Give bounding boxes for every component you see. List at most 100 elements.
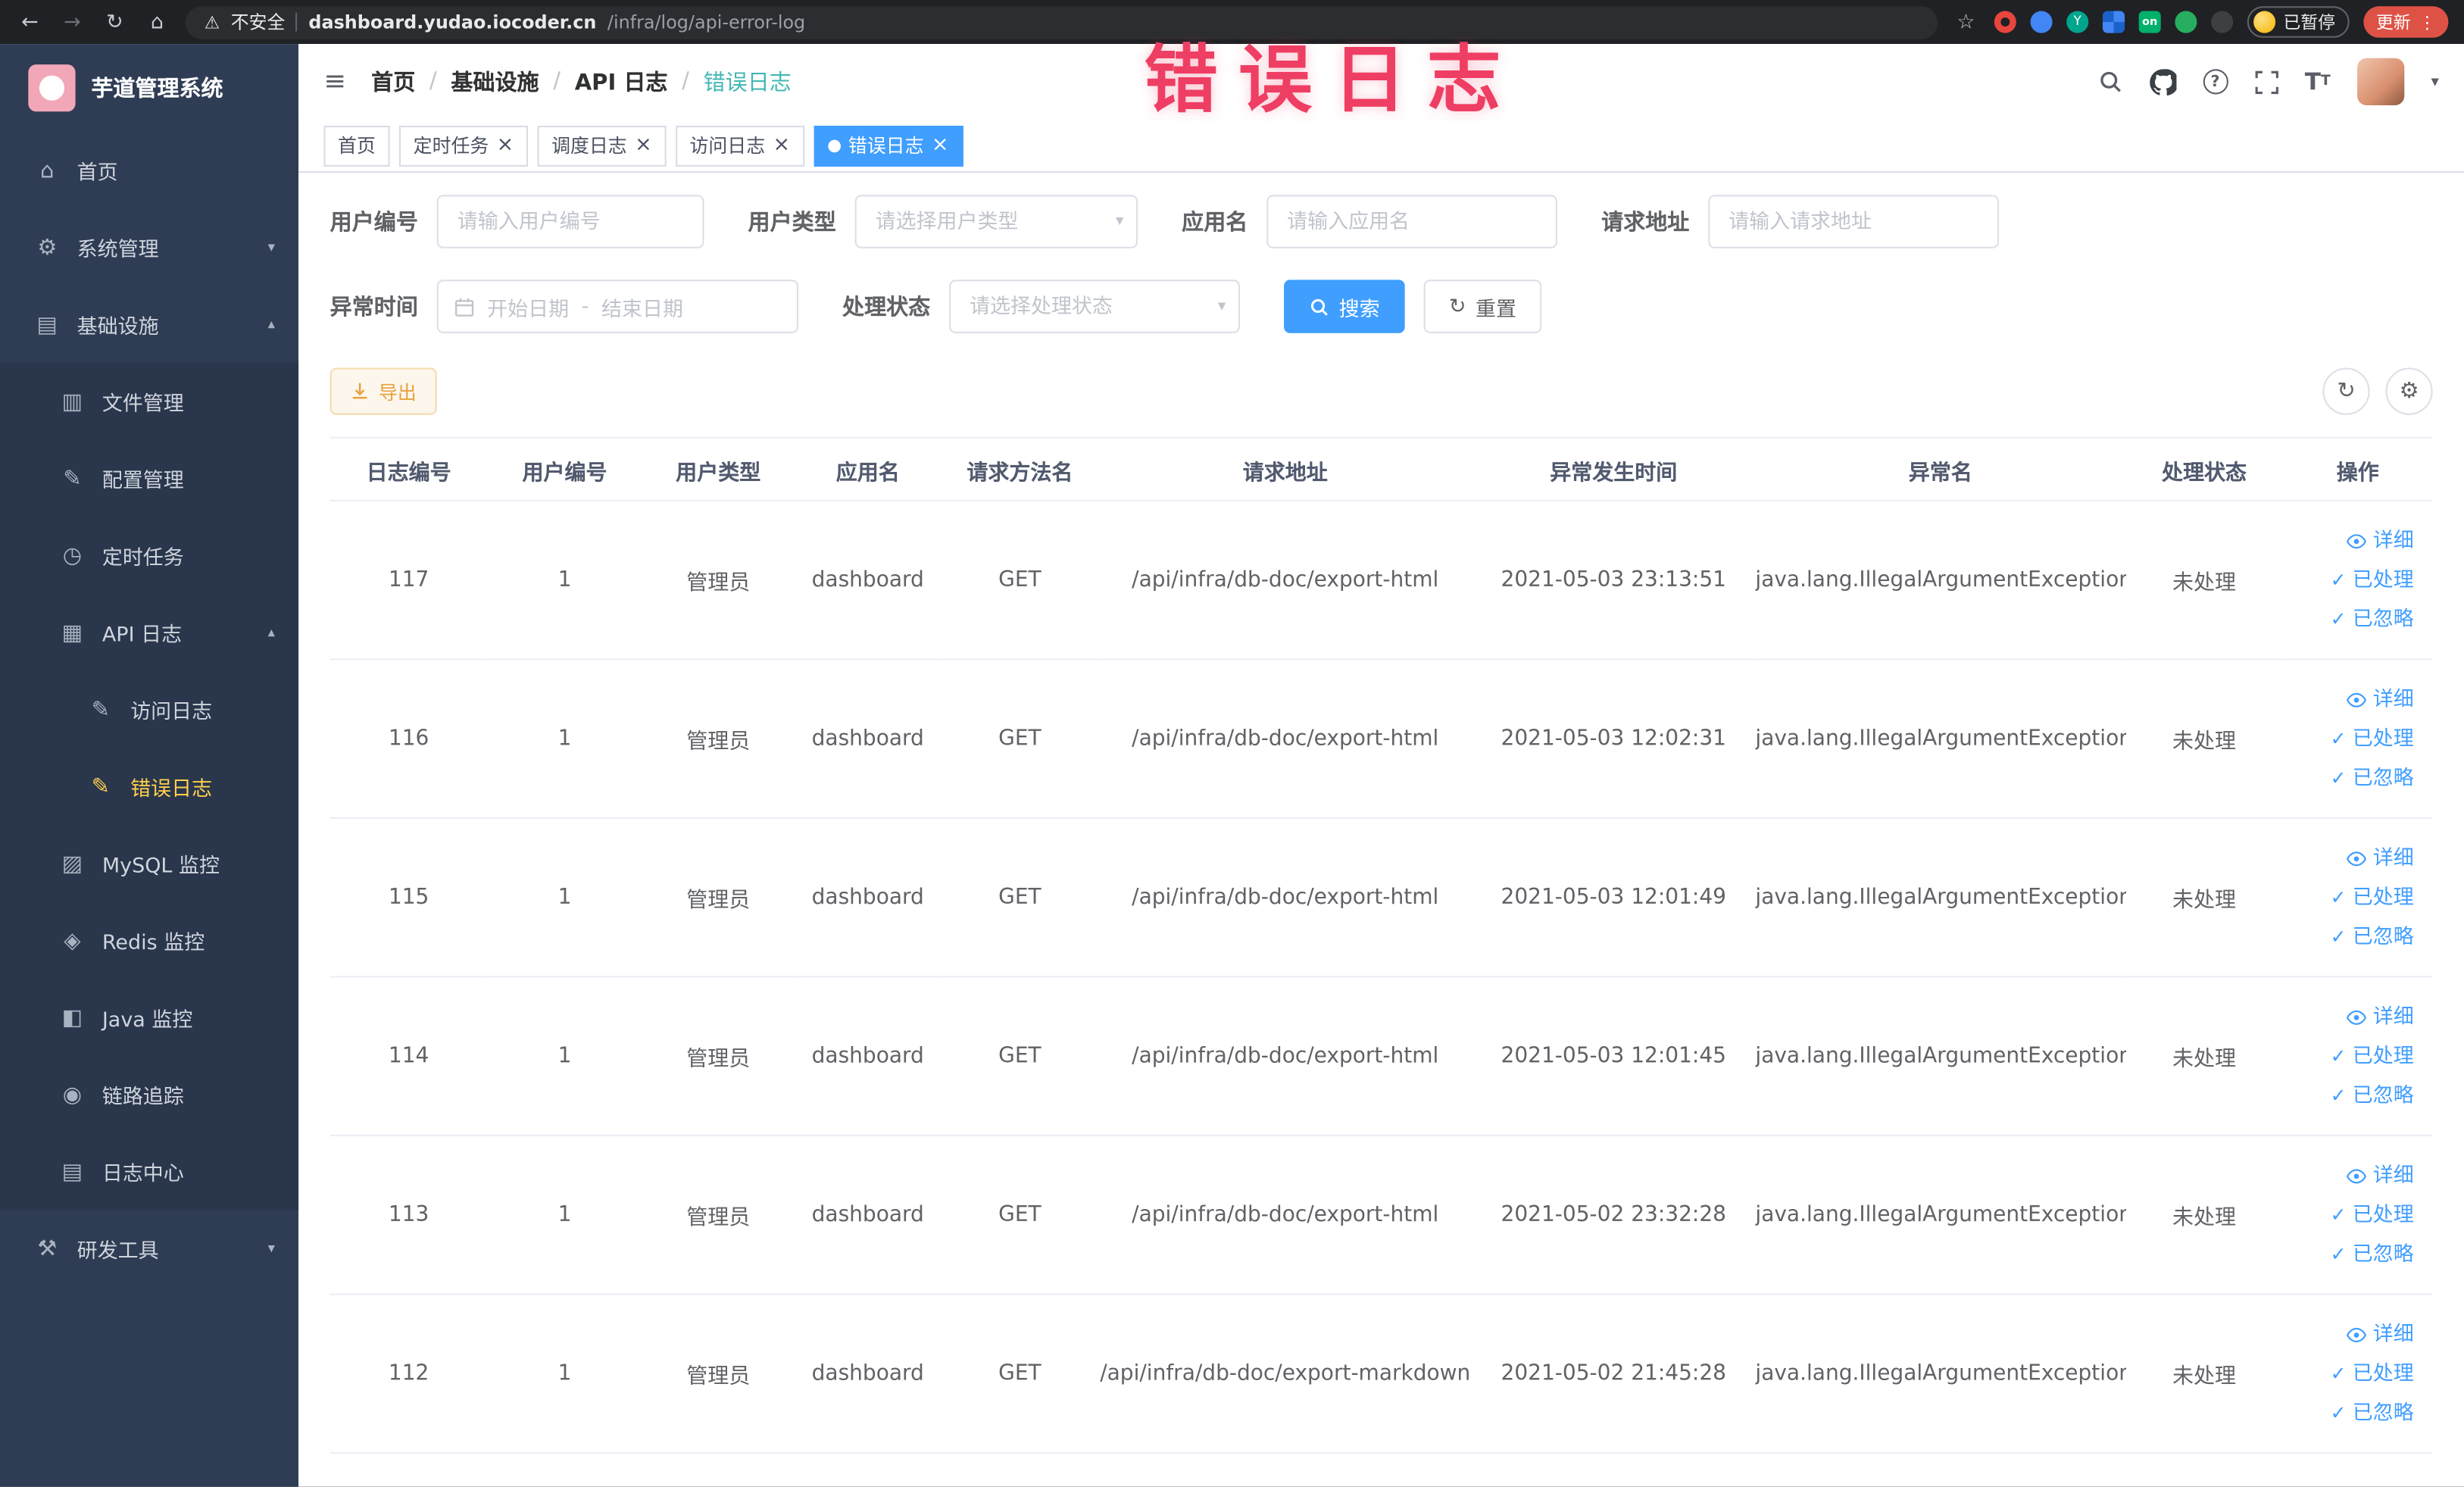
sidebar-item-error-log[interactable]: ✎ 错误日志 [0, 748, 299, 826]
user-type-select[interactable] [854, 195, 1138, 248]
breadcrumb-item[interactable]: 首页 [371, 66, 415, 97]
breadcrumb-item[interactable]: API 日志 [575, 66, 668, 97]
avatar-caret-icon[interactable]: ▾ [2431, 73, 2438, 90]
sidebar-item-tracing[interactable]: ◉ 链路追踪 [0, 1056, 299, 1133]
close-icon[interactable]: × [773, 135, 790, 155]
security-warning-icon[interactable]: ⚠ [205, 12, 220, 33]
cell-actions: 详细 ✓ 已处理 ✓ 已忽略 [2282, 500, 2433, 661]
close-icon[interactable]: × [635, 135, 652, 155]
font-size-icon[interactable]: TT [2305, 67, 2331, 95]
browser-update-button[interactable]: 更新 ⋮ [2363, 6, 2449, 38]
fullscreen-icon[interactable] [2254, 70, 2278, 94]
sidebar-item-dev-tools[interactable]: ⚒ 研发工具 ▾ [0, 1211, 298, 1288]
detail-link[interactable]: 详细 [2283, 521, 2414, 561]
detail-link[interactable]: 详细 [2283, 997, 2414, 1036]
address-bar[interactable]: ⚠ 不安全 dashboard.yudao.iocoder.cn/infra/l… [185, 5, 1938, 39]
github-icon[interactable] [2149, 68, 2176, 95]
extension-icon[interactable]: on [2138, 11, 2161, 33]
reload-icon[interactable]: ↻ [101, 10, 129, 33]
breadcrumb-item[interactable]: 基础设施 [451, 66, 539, 97]
detail-link[interactable]: 详细 [2283, 1314, 2414, 1354]
browser-menu-icon[interactable]: ⋮ [2419, 12, 2436, 33]
date-range-picker[interactable]: 开始日期 - 结束日期 [436, 280, 798, 333]
app-name-input[interactable] [1266, 195, 1558, 248]
sidebar-item-home[interactable]: ⌂ 首页 [0, 132, 298, 209]
sidebar-item-config-management[interactable]: ✎ 配置管理 [0, 439, 299, 517]
detail-link[interactable]: 详细 [2283, 679, 2414, 719]
bookmark-star-icon[interactable]: ☆ [1952, 10, 1980, 33]
sidebar-item-mysql-monitor[interactable]: ▨ MySQL 监控 [0, 825, 299, 902]
cell-time: 2021-05-02 21:45:28 [1472, 1294, 1756, 1454]
ignored-link[interactable]: ✓ 已忽略 [2283, 758, 2414, 798]
sidebar-item-scheduled-tasks[interactable]: ◷ 定时任务 [0, 517, 299, 595]
export-button[interactable]: 导出 [329, 367, 437, 415]
browser-home-icon[interactable]: ⌂ [143, 10, 171, 33]
ignored-link[interactable]: ✓ 已忽略 [2283, 1076, 2414, 1115]
sidebar-item-java-monitor[interactable]: ◧ Java 监控 [0, 979, 299, 1057]
ignored-link[interactable]: ✓ 已忽略 [2283, 917, 2414, 957]
refresh-button[interactable]: ↻ [2322, 367, 2370, 415]
extension-icon[interactable] [2211, 11, 2234, 33]
tab-scheduled-tasks[interactable]: 定时任务 × [399, 124, 528, 166]
processed-link[interactable]: ✓ 已处理 [2283, 719, 2414, 758]
browser-window: ← → ↻ ⌂ ⚠ 不安全 dashboard.yudao.iocoder.cn… [0, 0, 2464, 1487]
tab-access-log[interactable]: 访问日志 × [675, 124, 804, 166]
reset-button[interactable]: ↻ 重置 [1423, 280, 1542, 333]
detail-link[interactable]: 详细 [2283, 1156, 2414, 1195]
help-icon[interactable]: ? [2202, 69, 2228, 95]
ignored-link[interactable]: ✓ 已忽略 [2283, 599, 2414, 639]
processed-link[interactable]: ✓ 已处理 [2283, 561, 2414, 600]
search-icon[interactable] [2097, 69, 2122, 94]
user-id-input[interactable] [436, 195, 704, 248]
close-icon[interactable]: × [932, 135, 949, 155]
sidebar-item-file-management[interactable]: ▥ 文件管理 [0, 363, 299, 440]
search-button-label: 搜索 [1338, 296, 1380, 320]
ignored-link[interactable]: ✓ 已忽略 [2283, 1393, 2414, 1432]
sidebar-item-system-management[interactable]: ⚙ 系统管理 ▾ [0, 209, 298, 286]
extension-icon[interactable] [2175, 11, 2197, 33]
ignored-label: 已忽略 [2352, 1401, 2414, 1425]
tab-home[interactable]: 首页 [323, 124, 390, 166]
tab-error-log[interactable]: 错误日志 × [814, 124, 963, 166]
check-icon: ✓ [2330, 1401, 2347, 1423]
ignored-label: 已忽略 [2352, 607, 2414, 631]
extension-icon[interactable]: Y [2066, 11, 2089, 33]
sidebar-item-log-center[interactable]: ▤ 日志中心 [0, 1132, 299, 1211]
forward-icon[interactable]: → [58, 10, 86, 33]
col-exception-time: 异常发生时间 [1472, 437, 1756, 501]
ignored-link[interactable]: ✓ 已忽略 [2283, 1235, 2414, 1274]
processed-link[interactable]: ✓ 已处理 [2283, 878, 2414, 917]
check-icon: ✓ [2330, 726, 2347, 749]
processed-link[interactable]: ✓ 已处理 [2283, 1195, 2414, 1235]
extension-icon[interactable] [2030, 11, 2053, 33]
user-avatar[interactable] [2356, 58, 2405, 106]
extension-icon[interactable] [1994, 11, 2016, 33]
ignored-label: 已忽略 [2352, 924, 2414, 949]
search-button[interactable]: 搜索 [1284, 280, 1405, 333]
sidebar-item-label: 错误日志 [130, 777, 213, 802]
back-icon[interactable]: ← [16, 10, 44, 33]
detail-link[interactable]: 详细 [2283, 839, 2414, 878]
app-logo[interactable]: 芋道管理系统 [0, 44, 298, 132]
table-row: 117 1 管理员 dashboard GET /api/infra/db-do… [329, 500, 2433, 661]
close-icon[interactable]: × [497, 135, 514, 155]
column-settings-button[interactable]: ⚙ [2385, 367, 2433, 415]
hamburger-icon[interactable]: ≡ [323, 66, 346, 97]
cell-user-type: 管理员 [642, 1135, 795, 1295]
processed-link[interactable]: ✓ 已处理 [2283, 1036, 2414, 1076]
sidebar-item-api-log[interactable]: ▦ API 日志 ▴ [0, 594, 299, 671]
sidebar-item-redis-monitor[interactable]: ◈ Redis 监控 [0, 901, 299, 979]
extension-icon[interactable] [2102, 11, 2125, 33]
processed-link[interactable]: ✓ 已处理 [2283, 1354, 2414, 1393]
profile-chip[interactable]: 已暂停 [2247, 6, 2350, 38]
tab-schedule-log[interactable]: 调度日志 × [537, 124, 667, 166]
table-row: 113 1 管理员 dashboard GET /api/infra/db-do… [329, 1135, 2433, 1295]
cell-exception: java.lang.IllegalArgumentException [1755, 659, 2126, 819]
sidebar-item-access-log[interactable]: ✎ 访问日志 [0, 670, 299, 748]
request-url-input[interactable] [1708, 195, 2000, 248]
col-app-name: 应用名 [795, 437, 942, 501]
gear-icon: ⚙ [37, 235, 58, 261]
sidebar-item-infrastructure[interactable]: ▤ 基础设施 ▴ [0, 286, 298, 364]
cell-time: 2021-05-03 12:02:31 [1472, 659, 1756, 819]
process-status-select[interactable] [949, 280, 1240, 333]
